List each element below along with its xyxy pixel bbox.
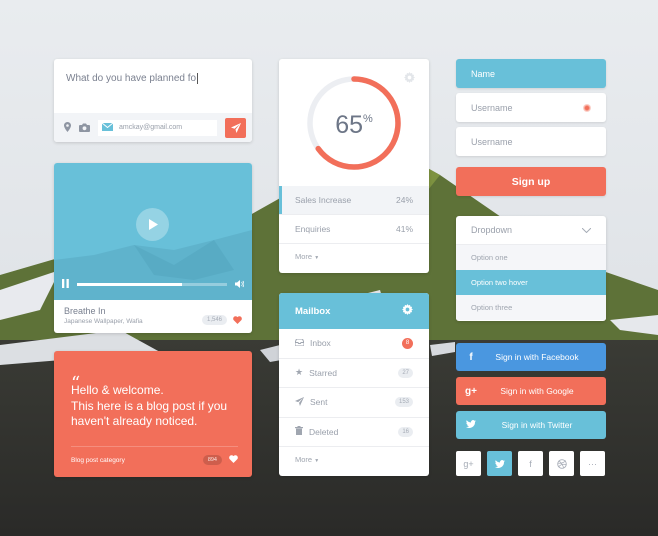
send-button[interactable] <box>225 117 246 138</box>
facebook-icon[interactable]: f <box>518 451 543 476</box>
mailbox-card: Mailbox Inbox 8 ★ Starred 27 Sent 153 De… <box>279 293 429 476</box>
composer-input[interactable]: What do you have planned fo <box>54 59 252 113</box>
more-link[interactable]: More ▼ <box>279 447 429 472</box>
dropdown-toggle[interactable]: Dropdown <box>456 216 606 245</box>
stats-card: 65% Sales Increase 24% Enquiries 41% More … <box>279 59 429 273</box>
text-cursor <box>197 73 199 84</box>
name-field[interactable]: Name <box>456 59 606 88</box>
settings-icon[interactable] <box>402 304 413 318</box>
post-composer: What do you have planned fo amckay@gmail… <box>54 59 252 142</box>
progress-fill <box>77 282 182 286</box>
send-icon <box>295 396 304 408</box>
more-icon[interactable]: ··· <box>580 451 605 476</box>
dropdown: Dropdown Option one Option two hover Opt… <box>456 216 606 321</box>
signup-button[interactable]: Sign up <box>456 167 606 196</box>
more-link[interactable]: More ▼ <box>279 244 429 269</box>
inbox-icon <box>294 338 305 348</box>
heart-icon[interactable] <box>229 455 238 465</box>
caret-down-icon: ▼ <box>314 255 320 261</box>
pause-icon[interactable] <box>62 275 69 293</box>
camera-icon[interactable] <box>79 119 90 137</box>
video-controls <box>62 279 245 289</box>
dropdown-option[interactable]: Option three <box>456 295 606 320</box>
settings-icon[interactable] <box>404 70 415 88</box>
twitter-icon <box>456 419 486 431</box>
google-plus-icon: g+ <box>465 385 477 397</box>
dribbble-icon[interactable] <box>549 451 574 476</box>
stat-row[interactable]: Enquiries 41% <box>279 215 429 244</box>
username-field-2[interactable]: Username <box>456 127 606 156</box>
dropdown-option-hover[interactable]: Option two hover <box>456 270 606 295</box>
unread-badge: 8 <box>402 337 413 349</box>
chevron-down-icon <box>581 225 592 235</box>
progress-slider[interactable] <box>77 282 227 286</box>
mailbox-item-deleted[interactable]: Deleted 16 <box>279 418 429 447</box>
error-indicator-icon <box>583 103 591 112</box>
video-player-card: Breathe In Japanese Wallpaper, Wafia 1,5… <box>54 163 252 333</box>
twitter-icon[interactable] <box>487 451 512 476</box>
count-badge: 16 <box>398 426 413 437</box>
video-info: Breathe In Japanese Wallpaper, Wafia 1,5… <box>54 300 252 331</box>
blog-text: Hello & welcome. This here is a blog pos… <box>71 383 228 428</box>
heart-icon[interactable] <box>233 311 242 329</box>
dropdown-option[interactable]: Option one <box>456 245 606 270</box>
location-icon[interactable] <box>64 119 71 137</box>
count-badge: 153 <box>394 397 413 408</box>
mail-icon <box>101 122 114 133</box>
mailbox-item-sent[interactable]: Sent 153 <box>279 388 429 418</box>
blog-post-card[interactable]: “ Hello & welcome. This here is a blog p… <box>54 351 252 477</box>
star-icon: ★ <box>295 367 304 378</box>
blog-category[interactable]: Blog post category <box>71 457 125 464</box>
blog-footer: Blog post category 894 <box>71 446 238 465</box>
video-screen[interactable] <box>54 163 252 300</box>
username-field[interactable]: Username <box>456 93 606 122</box>
count-badge: 27 <box>398 367 413 378</box>
volume-icon[interactable] <box>235 275 245 293</box>
facebook-signin-button[interactable]: f Sign in with Facebook <box>456 343 606 371</box>
stat-row[interactable]: Sales Increase 24% <box>279 186 429 215</box>
blog-like-count: 894 <box>202 455 222 465</box>
percent-display: 65% <box>335 111 373 139</box>
trash-icon <box>295 426 303 437</box>
twitter-signin-button[interactable]: Sign in with Twitter <box>456 411 606 439</box>
send-icon <box>230 122 241 133</box>
play-icon <box>148 219 158 230</box>
email-field[interactable]: amckay@gmail.com <box>98 119 217 136</box>
composer-toolbar: amckay@gmail.com <box>54 113 252 142</box>
mailbox-item-starred[interactable]: ★ Starred 27 <box>279 359 429 388</box>
like-count: 1,546 <box>201 315 227 325</box>
mailbox-item-inbox[interactable]: Inbox 8 <box>279 329 429 359</box>
play-button[interactable] <box>136 208 169 241</box>
google-signin-button[interactable]: g+ Sign in with Google <box>456 377 606 405</box>
mailbox-header: Mailbox <box>279 293 429 329</box>
facebook-icon: f <box>469 351 473 363</box>
google-plus-icon[interactable]: g+ <box>456 451 481 476</box>
caret-down-icon: ▼ <box>314 458 320 464</box>
